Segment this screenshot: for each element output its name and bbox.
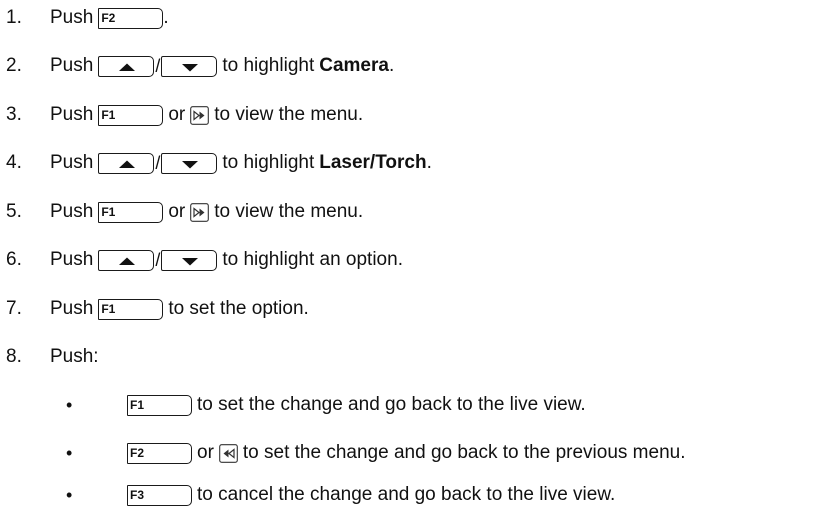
bullet-body: F2 or to set the change and go back to t…	[127, 442, 685, 464]
bullet-marker: •	[66, 484, 73, 505]
step-number: 1.	[6, 7, 22, 28]
step-number: 8.	[6, 346, 22, 367]
step-body: Push / to highlight an option.	[50, 249, 403, 271]
step-body: Push F1 or to view the menu.	[50, 104, 363, 126]
bullet-text: to set the change and go back to the liv…	[197, 394, 586, 415]
step-text-post: to highlight an option.	[222, 249, 403, 270]
step-text-bold: Camera	[319, 55, 389, 76]
bullet-text: to set the change and go back to the pre…	[242, 442, 686, 463]
f1-key-icon: F1	[98, 298, 164, 320]
step-body: Push F1 or to view the menu.	[50, 201, 363, 223]
step-number: 7.	[6, 298, 22, 319]
f3-key-icon: F3	[127, 484, 192, 506]
bullet-body: F3 to cancel the change and go back to t…	[127, 484, 615, 506]
step-text-pre: Push:	[50, 346, 99, 367]
step-number: 5.	[6, 201, 22, 222]
step-number: 3.	[6, 104, 22, 125]
step-text-end: .	[426, 152, 432, 173]
step-text-post: to set the option.	[168, 298, 309, 319]
step-text-pre: Push	[50, 249, 94, 270]
up-arrow-key-icon	[98, 152, 155, 174]
bullet-marker: •	[66, 394, 73, 415]
key-label: F1	[101, 204, 116, 219]
back-nav-icon	[219, 443, 238, 463]
step-body: Push:	[50, 346, 99, 368]
f2-key-icon: F2	[127, 442, 192, 464]
step-text-pre: Push	[50, 55, 94, 76]
key-label: F1	[101, 301, 116, 316]
down-arrow-key-icon	[161, 152, 218, 174]
f1-key-icon: F1	[127, 394, 192, 416]
bullet-marker: •	[66, 442, 73, 463]
up-arrow-key-icon	[98, 55, 155, 77]
down-arrow-key-icon	[161, 55, 218, 77]
key-label: F2	[130, 445, 145, 460]
key-label: F3	[130, 487, 145, 502]
or-text: or	[168, 104, 186, 125]
f1-key-icon: F1	[98, 104, 164, 126]
step-text-pre: Push	[50, 298, 94, 319]
key-label: F1	[130, 397, 145, 412]
step-number: 6.	[6, 249, 22, 270]
forward-nav-icon	[190, 105, 210, 125]
step-text-post: .	[163, 7, 169, 28]
step-text-post: to highlight	[222, 152, 315, 173]
step-text-pre: Push	[50, 201, 94, 222]
f1-key-icon: F1	[98, 201, 164, 223]
step-body: Push / to highlight Laser/Torch.	[50, 152, 432, 174]
step-text-pre: Push	[50, 104, 94, 125]
step-text-post: to view the menu.	[214, 104, 364, 125]
step-text-end: .	[388, 55, 395, 76]
f2-key-icon: F2	[98, 7, 164, 29]
separator: /	[155, 249, 161, 270]
step-text-pre: Push	[50, 7, 94, 28]
step-body: Push F1 to set the option.	[50, 298, 309, 320]
key-label: F2	[101, 10, 116, 25]
bullet-text: to cancel the change and go back to the …	[197, 484, 616, 505]
or-text: or	[168, 201, 186, 222]
key-label: F1	[101, 107, 116, 122]
separator: /	[155, 55, 161, 76]
step-number: 2.	[6, 55, 22, 76]
step-number: 4.	[6, 152, 22, 173]
step-text-pre: Push	[50, 152, 94, 173]
step-body: Push / to highlight Camera.	[50, 55, 394, 77]
step-body: Push F2.	[50, 7, 169, 29]
step-text-bold: Laser/Torch	[319, 152, 427, 173]
bullet-body: F1 to set the change and go back to the …	[127, 394, 586, 416]
step-text-post: to highlight	[222, 55, 315, 76]
or-text: or	[197, 442, 214, 463]
down-arrow-key-icon	[161, 249, 218, 271]
separator: /	[155, 152, 161, 173]
up-arrow-key-icon	[98, 249, 155, 271]
forward-nav-icon	[190, 202, 210, 222]
step-text-post: to view the menu.	[214, 201, 364, 222]
